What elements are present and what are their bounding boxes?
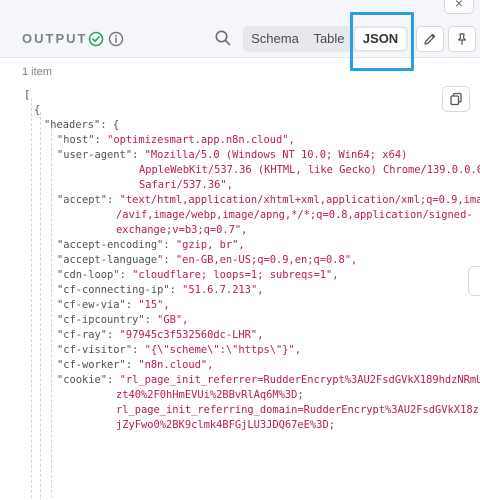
json-entry: "cf-visitor": "{\"scheme\":\"https\"}", xyxy=(57,343,301,358)
json-entry: "accept-language": "en-GB,en-US;q=0.9,en… xyxy=(57,253,357,268)
pin-icon xyxy=(457,33,467,46)
json-string-value: "rl_page_init_referrer=RudderEncrypt%3AU… xyxy=(119,374,480,386)
output-panel-header xyxy=(0,0,480,58)
pencil-icon xyxy=(424,33,436,45)
json-entry-continuation: jZyFwo0%2BK9clmk4BFGjLU3JDQ67eE%3D; xyxy=(116,418,335,433)
output-label: OUTPUT xyxy=(22,31,88,46)
json-line: "headers": { xyxy=(44,118,119,133)
json-string-value: /avif,image/webp,image/apng,*/*;q=0.8,ap… xyxy=(116,209,473,221)
json-entry: "cf-connecting-ip": "51.6.7.213", xyxy=(57,283,263,298)
json-string-value: "{\"scheme\":\"https\"}", xyxy=(144,344,301,356)
json-entry: "user-agent": "Mozilla/5.0 (Windows NT 1… xyxy=(57,148,407,163)
json-string-value: "en-GB,en-US;q=0.9,en;q=0.8", xyxy=(175,254,358,266)
json-brace: { xyxy=(34,104,41,116)
json-key: "cookie" xyxy=(57,374,108,386)
json-punctuation: : xyxy=(163,239,176,251)
side-panel-handle[interactable] xyxy=(468,266,480,296)
json-key: "user-agent" xyxy=(57,149,133,161)
tab-schema[interactable]: Schema xyxy=(247,26,303,52)
json-string-value: rl_page_init_referring_domain=RudderEncr… xyxy=(116,404,480,416)
json-punctuation: : xyxy=(132,344,145,356)
json-string-value: "Mozilla/5.0 (Windows NT 10.0; Win64; x6… xyxy=(144,149,408,161)
json-entry: "accept": "text/html,application/xhtml+x… xyxy=(57,193,480,208)
json-string-value: "GB", xyxy=(157,314,189,326)
check-circle-icon xyxy=(88,31,104,47)
json-entry: "cf-worker": "n8n.cloud", xyxy=(57,358,213,373)
json-bracket: [ xyxy=(24,89,31,101)
json-entry: "cookie": "rl_page_init_referrer=RudderE… xyxy=(57,373,480,388)
json-viewer: [{"headers": {"host": "optimizesmart.app… xyxy=(0,84,480,500)
json-line: { xyxy=(34,103,40,118)
indent-guide xyxy=(51,128,52,500)
json-line: [ xyxy=(24,88,30,103)
json-key: "cf-worker" xyxy=(57,359,126,371)
json-string-value: "text/html,application/xhtml+xml,applica… xyxy=(119,194,480,206)
json-key: "accept" xyxy=(57,194,108,206)
json-punctuation: : xyxy=(107,374,120,386)
json-punctuation: : xyxy=(107,329,120,341)
json-punctuation: : xyxy=(163,254,176,266)
item-count: 1 item xyxy=(22,66,52,78)
view-mode-switcher: Schema Table JSON xyxy=(243,26,408,52)
close-button[interactable]: × xyxy=(444,0,474,14)
json-punctuation: : xyxy=(125,299,139,311)
json-key: "accept-language" xyxy=(57,254,164,266)
json-string-value: zt40%2F0hHmEVUi%2BBvRlAq6M%3D; xyxy=(116,389,304,401)
json-string-value: "97945c3f532560dc-LHR", xyxy=(119,329,264,341)
json-string-value: "51.6.7.213", xyxy=(182,284,264,296)
json-punctuation: : xyxy=(119,269,133,281)
json-punctuation: : xyxy=(132,149,145,161)
json-entry-continuation: exchange;v=b3;q=0.7", xyxy=(116,223,247,238)
json-entry: "cdn-loop": "cloudflare; loops=1; subreq… xyxy=(57,268,339,283)
json-string-value: jZyFwo0%2BK9clmk4BFGjLU3JDQ67eE%3D; xyxy=(116,419,335,431)
json-punctuation: : xyxy=(94,134,108,146)
json-punctuation: : { xyxy=(100,119,120,131)
json-key: "accept-encoding" xyxy=(57,239,164,251)
tab-table[interactable]: Table xyxy=(305,26,353,52)
json-key: "cdn-loop" xyxy=(57,269,120,281)
json-entry-continuation: zt40%2F0hHmEVUi%2BBvRlAq6M%3D; xyxy=(116,388,304,403)
tab-json[interactable]: JSON xyxy=(355,28,406,50)
json-string-value: AppleWebKit/537.36 (KHTML, like Gecko) C… xyxy=(139,164,480,176)
json-key: "cf-ipcountry" xyxy=(57,314,145,326)
json-key: "cf-visitor" xyxy=(57,344,133,356)
json-string-value: "n8n.cloud", xyxy=(138,359,214,371)
json-entry-continuation: rl_page_init_referring_domain=RudderEncr… xyxy=(116,403,480,418)
json-entry-continuation: Safari/537.36", xyxy=(139,178,233,193)
close-icon: × xyxy=(454,0,464,11)
json-punctuation: : xyxy=(107,194,120,206)
pin-data-button[interactable] xyxy=(448,26,476,52)
json-entry: "cf-ipcountry": "GB", xyxy=(57,313,188,328)
json-key: "headers" xyxy=(44,119,101,131)
json-string-value: "gzip, br", xyxy=(175,239,245,251)
json-string-value: "15", xyxy=(138,299,170,311)
info-icon[interactable] xyxy=(108,31,124,47)
json-entry-continuation: AppleWebKit/537.36 (KHTML, like Gecko) C… xyxy=(139,163,480,178)
json-punctuation: : xyxy=(169,284,183,296)
json-key: "cf-ray" xyxy=(57,329,108,341)
indent-guide xyxy=(31,98,32,500)
json-entry-continuation: /avif,image/webp,image/apng,*/*;q=0.8,ap… xyxy=(116,208,473,223)
json-entry: "cf-ray": "97945c3f532560dc-LHR", xyxy=(57,328,263,343)
json-key: "cf-ew-via" xyxy=(57,299,126,311)
edit-output-button[interactable] xyxy=(416,26,444,52)
json-punctuation: : xyxy=(144,314,158,326)
json-entry: "host": "optimizesmart.app.n8n.cloud", xyxy=(57,133,295,148)
indent-guide xyxy=(40,112,41,500)
json-punctuation: : xyxy=(125,359,139,371)
json-string-value: Safari/537.36", xyxy=(139,179,233,191)
json-string-value: "optimizesmart.app.n8n.cloud", xyxy=(107,134,295,146)
json-string-value: exchange;v=b3;q=0.7", xyxy=(116,224,248,236)
json-entry: "cf-ew-via": "15", xyxy=(57,298,170,313)
json-entry: "accept-encoding": "gzip, br", xyxy=(57,238,245,253)
json-string-value: "cloudflare; loops=1; subreqs=1", xyxy=(132,269,339,281)
search-icon[interactable] xyxy=(214,29,232,47)
json-key: "host" xyxy=(57,134,95,146)
json-key: "cf-connecting-ip" xyxy=(57,284,170,296)
